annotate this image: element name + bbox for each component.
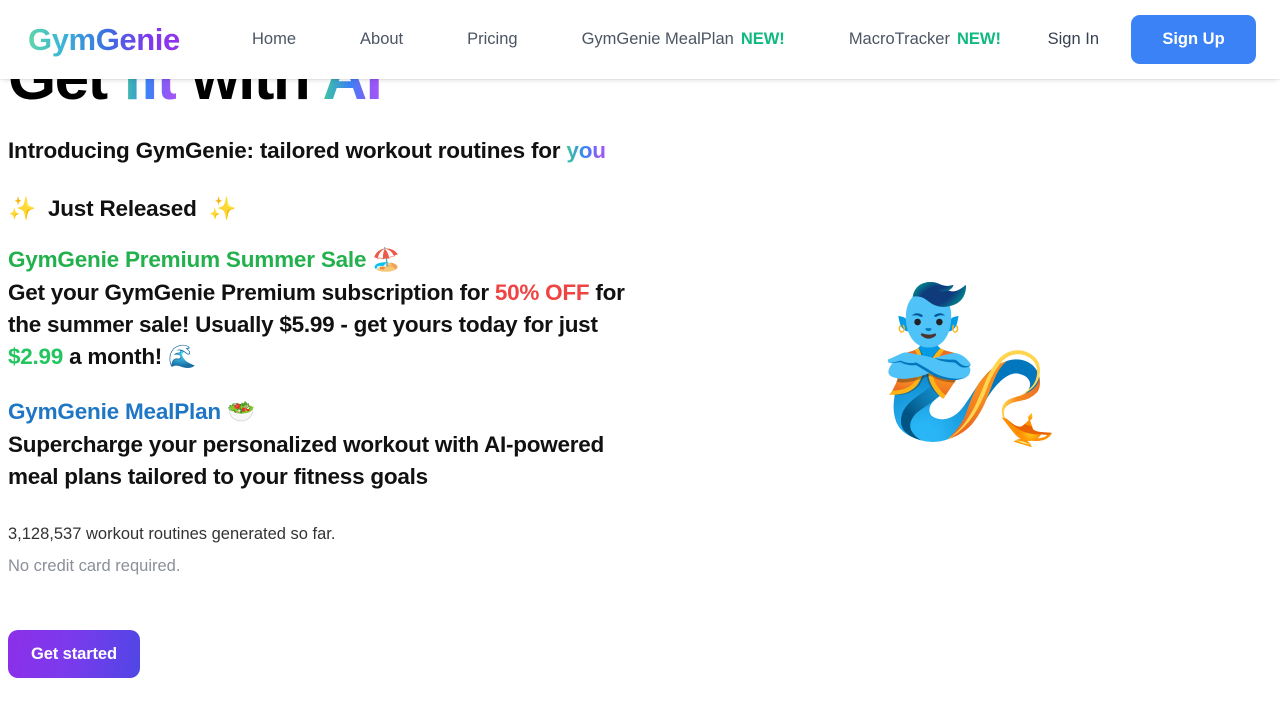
just-released-text: Just Released xyxy=(47,196,197,222)
site-header: GymGenie Home About Pricing GymGenie Mea… xyxy=(0,0,1280,79)
nav-item-home[interactable]: Home xyxy=(252,26,296,53)
hero-subtitle-highlight-you: you xyxy=(566,137,606,163)
nav-item-mealplan[interactable]: GymGenie MealPlan NEW! xyxy=(582,26,785,53)
promo-summer-sale: GymGenie Premium Summer Sale 🏖️ Get your… xyxy=(8,247,708,374)
promo-mealplan-heading: GymGenie MealPlan 🥗 xyxy=(8,399,708,425)
hero-copy-column: Get fit with AI Introducing GymGenie: ta… xyxy=(8,46,708,576)
sparkles-icon-left: ✨ xyxy=(8,196,36,223)
nav-item-macrotracker[interactable]: MacroTracker NEW! xyxy=(849,26,1001,53)
promo-mealplan: GymGenie MealPlan 🥗 Supercharge your per… xyxy=(8,399,708,493)
nav-item-about[interactable]: About xyxy=(360,26,403,53)
nav-item-macrotracker-label: MacroTracker xyxy=(848,30,950,48)
just-released-label: ✨ Just Released ✨ xyxy=(8,196,708,222)
nav-item-pricing-label: Pricing xyxy=(467,30,518,48)
stat-routines-generated: 3,128,537 workout routines generated so … xyxy=(8,524,336,543)
nav-item-mealplan-new-badge: NEW! xyxy=(740,30,785,48)
genie-icon: 🧞 xyxy=(874,277,1062,451)
brand-logo[interactable]: GymGenie xyxy=(28,22,180,58)
promo-summer-heading: GymGenie Premium Summer Sale 🏖️ xyxy=(8,247,708,273)
hero-subtitle: Introducing GymGenie: tailored workout r… xyxy=(8,134,648,167)
sparkles-icon-right: ✨ xyxy=(208,196,237,223)
beach-umbrella-icon: 🏖️ xyxy=(372,247,401,274)
promo-summer-body-1: Get your GymGenie Premium subscription f… xyxy=(8,280,495,306)
nav-item-macrotracker-new-badge: NEW! xyxy=(956,30,1001,48)
promo-mealplan-body: Supercharge your personalized workout wi… xyxy=(8,431,605,489)
salad-icon: 🥗 xyxy=(226,398,255,425)
promo-mealplan-heading-text: GymGenie MealPlan xyxy=(8,398,227,424)
header-actions: Sign In Sign Up xyxy=(1048,15,1256,64)
promo-price-value: $2.99 xyxy=(8,343,64,369)
hero-section: Get fit with AI Introducing GymGenie: ta… xyxy=(0,0,1280,720)
promo-discount-value: 50% OFF xyxy=(494,280,590,306)
nav-item-mealplan-label: GymGenie MealPlan xyxy=(581,30,734,48)
hero-subtitle-text: Introducing GymGenie: tailored workout r… xyxy=(8,137,567,163)
wave-icon: 🌊 xyxy=(168,343,196,370)
primary-nav: Home About Pricing GymGenie MealPlan NEW!… xyxy=(252,26,1001,53)
stat-no-credit-card: No credit card required. xyxy=(8,556,181,575)
nav-item-home-label: Home xyxy=(252,30,297,48)
sign-up-button[interactable]: Sign Up xyxy=(1131,15,1256,64)
nav-item-pricing[interactable]: Pricing xyxy=(467,26,517,53)
get-started-button[interactable]: Get started xyxy=(8,630,140,678)
promo-summer-body: Get your GymGenie Premium subscription f… xyxy=(8,277,633,374)
promo-summer-body-3: a month! xyxy=(63,343,169,369)
sign-in-link[interactable]: Sign In xyxy=(1048,30,1099,49)
promo-summer-heading-text: GymGenie Premium Summer Sale xyxy=(8,247,373,273)
nav-item-about-label: About xyxy=(360,30,404,48)
